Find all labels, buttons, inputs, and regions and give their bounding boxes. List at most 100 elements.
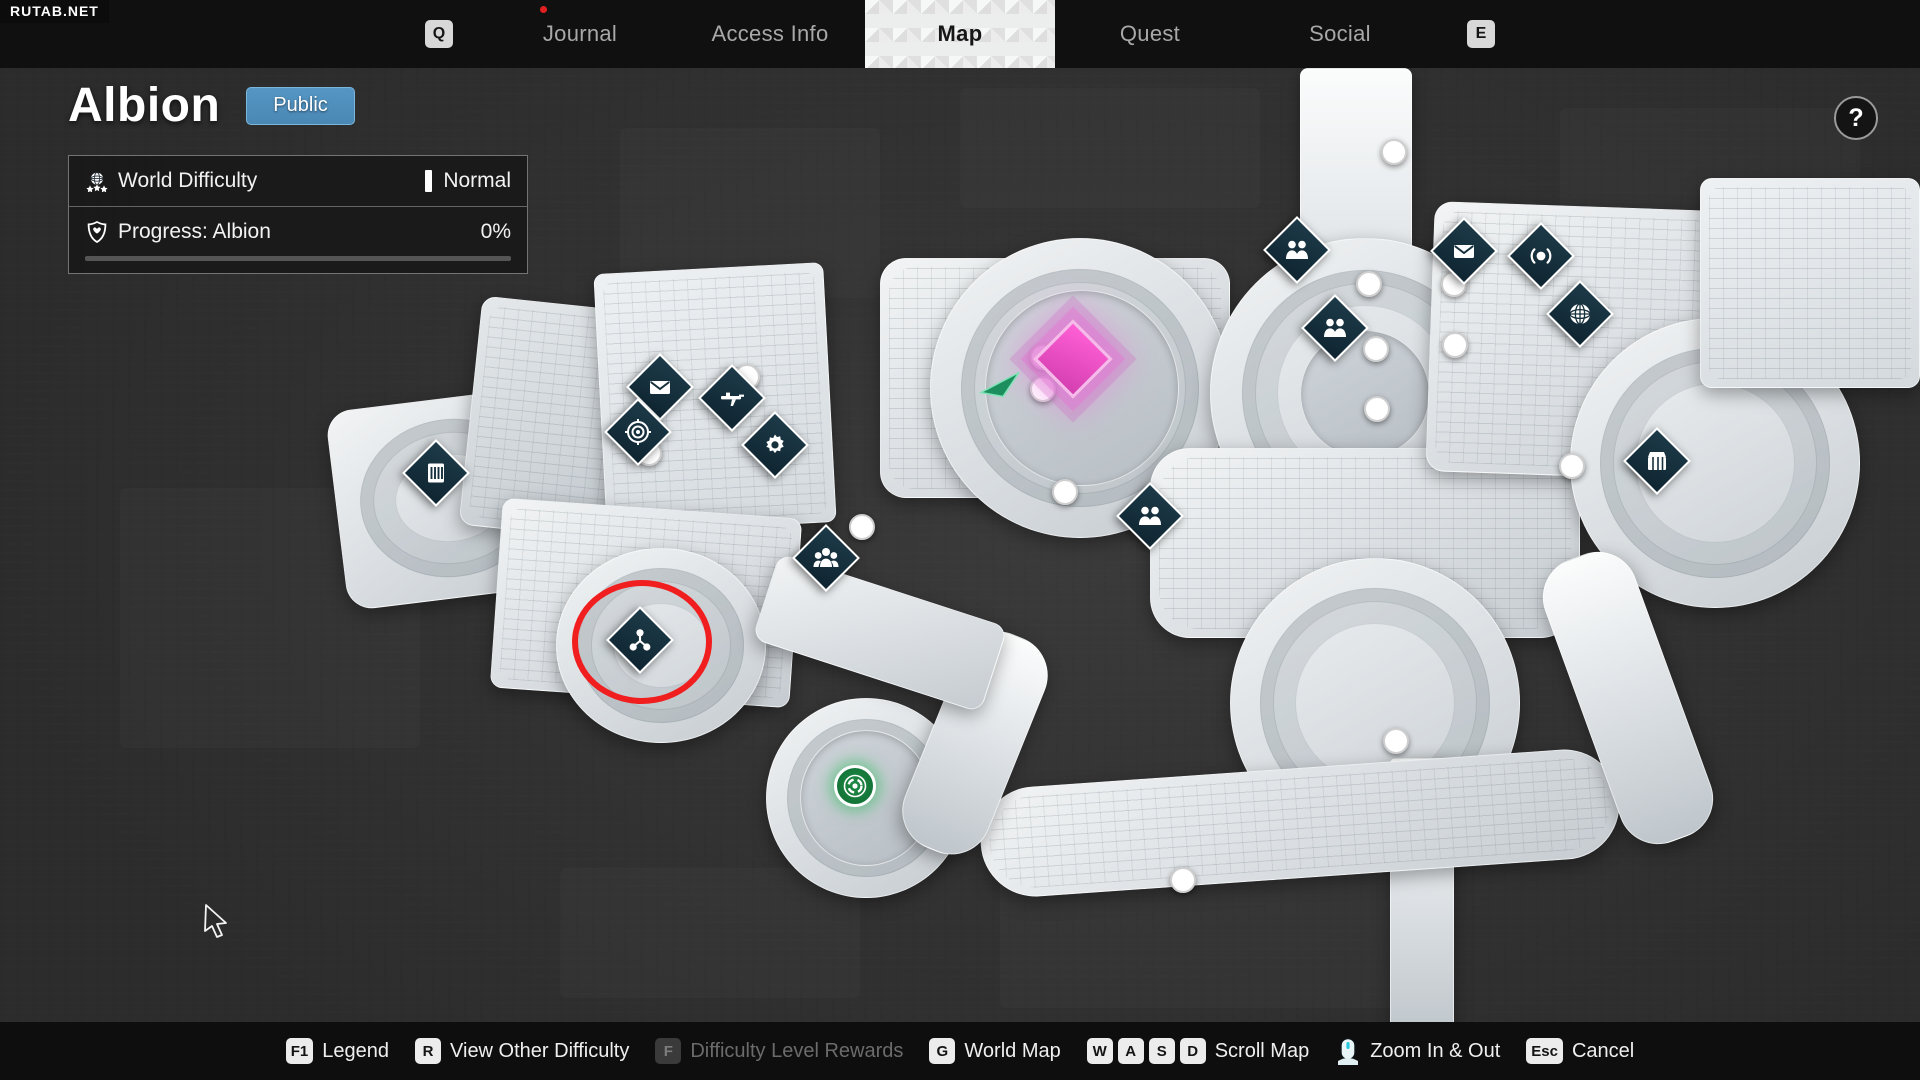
keycap-group: WASD (1086, 1038, 1206, 1064)
marker-gear[interactable] (741, 411, 809, 479)
hotkey-label: World Map (964, 1039, 1061, 1062)
tab-label: Social (1309, 21, 1371, 46)
data-terminal-icon (424, 461, 448, 485)
marker-diamond (1430, 217, 1498, 285)
keycap-r: R (415, 1038, 442, 1064)
world-difficulty-value-group: Normal (425, 169, 511, 193)
progress-label: Progress: Albion (118, 219, 271, 243)
network-icon (627, 628, 653, 652)
help-button[interactable]: ? (1834, 96, 1878, 140)
hotkey-hint-world-map[interactable]: G World Map (929, 1038, 1061, 1064)
nav-next-key-cap[interactable]: E (1467, 20, 1495, 48)
map-node-dot[interactable] (1442, 332, 1468, 358)
keycap-group: F1 (285, 1038, 314, 1064)
beacon-icon (1528, 245, 1554, 267)
map-node-dot[interactable] (1170, 867, 1196, 893)
progress-value: 0% (480, 219, 511, 243)
hotkey-hint-bar: F1 Legend R View Other Difficulty F Difficult… (0, 1022, 1920, 1080)
hotkey-hint-legend[interactable]: F1 Legend (285, 1038, 390, 1064)
hotkey-label: Zoom In & Out (1370, 1039, 1501, 1062)
globe-stars-icon (85, 169, 109, 193)
keycap-group: F (655, 1038, 682, 1064)
world-difficulty-value: Normal (443, 169, 511, 192)
marker-data-terminal[interactable] (402, 439, 470, 507)
marker-portal[interactable] (834, 765, 876, 807)
nav-prev-key-cap[interactable]: Q (425, 20, 453, 48)
marker-shop[interactable] (1623, 427, 1691, 495)
keycap-group: Esc (1526, 1038, 1563, 1064)
marker-squad[interactable] (1116, 482, 1184, 550)
tab-label: Access Info (711, 21, 829, 46)
map-node-dot[interactable] (1383, 728, 1409, 754)
marker-diamond (1301, 294, 1369, 362)
marker-mail-east[interactable] (1430, 217, 1498, 285)
hotkey-label: Legend (322, 1039, 390, 1062)
marker-weapon[interactable] (698, 364, 766, 432)
tab-journal[interactable]: Journal (485, 0, 675, 68)
tab-label: Map (937, 21, 983, 46)
marker-diamond (402, 439, 470, 507)
map-node-dot[interactable] (1381, 139, 1407, 165)
map-node-dot[interactable] (849, 514, 875, 540)
keycap-s: S (1148, 1038, 1175, 1064)
marker-diamond (1507, 222, 1575, 290)
tab-label: Journal (542, 21, 618, 46)
marker-globe[interactable] (1546, 280, 1614, 348)
hotkey-label: Cancel (1571, 1039, 1635, 1062)
marker-diamond (604, 398, 672, 466)
hotkey-hint-zoom-in-out[interactable]: Zoom In & Out (1335, 1036, 1500, 1066)
nav-next-key: E (1435, 0, 1527, 68)
map-node-dot[interactable] (1559, 453, 1585, 479)
marker-hub[interactable] (1263, 216, 1331, 284)
map-node-dot[interactable] (1363, 336, 1389, 362)
marker-duo-north[interactable] (1301, 294, 1369, 362)
hotkey-hint-cancel[interactable]: Esc Cancel (1526, 1038, 1634, 1064)
marker-objective-primary[interactable] (1033, 319, 1113, 399)
keycap-group: R (415, 1038, 442, 1064)
map-node-dot[interactable] (1356, 271, 1382, 297)
keycap-group: G (929, 1038, 956, 1064)
hotkey-label: Difficulty Level Rewards (690, 1039, 904, 1062)
difficulty-level-bar (425, 170, 433, 192)
envelope-icon (648, 375, 672, 399)
tab-quest[interactable]: Quest (1055, 0, 1245, 68)
keycap-d: D (1179, 1038, 1206, 1064)
marker-target[interactable] (604, 398, 672, 466)
envelope-icon (1452, 239, 1476, 263)
keycap-f1: F1 (285, 1038, 314, 1064)
shop-icon (1645, 449, 1669, 473)
marker-node-network[interactable] (606, 606, 674, 674)
map-node-dot[interactable] (1052, 479, 1078, 505)
mouse-cursor (202, 903, 232, 944)
map-node-dot[interactable] (1364, 396, 1390, 422)
progress-bar-section (69, 256, 527, 273)
keycap-esc: Esc (1526, 1038, 1563, 1064)
people-icon (813, 547, 839, 569)
duo-icon (1323, 317, 1347, 339)
tab-label: Quest (1119, 21, 1181, 46)
hotkey-hint-scroll-map[interactable]: W A S D Scroll Map (1086, 1038, 1309, 1064)
tab-social[interactable]: Social (1245, 0, 1435, 68)
marker-diamond (741, 411, 809, 479)
crosshair-icon (625, 419, 651, 445)
progress-row: Progress: Albion 0% (69, 206, 527, 256)
tab-map[interactable]: Map (865, 0, 1055, 68)
tab-access-info[interactable]: Access Info (675, 0, 865, 68)
hotkey-hint-view-other-difficulty[interactable]: R View Other Difficulty (415, 1038, 629, 1064)
globe-icon (1568, 302, 1592, 326)
keycap-f: F (655, 1038, 682, 1064)
mouse-wheel-icon (1335, 1036, 1361, 1066)
marker-diamond (1546, 280, 1614, 348)
objective-diamond-icon (1033, 319, 1113, 399)
world-difficulty-row[interactable]: World Difficulty Normal (69, 156, 527, 206)
page-title: Albion (68, 79, 221, 132)
keycap-a: A (1117, 1038, 1144, 1064)
world-title-row: Albion Public (68, 78, 528, 133)
marker-beacon[interactable] (1507, 222, 1575, 290)
marker-crowd[interactable] (792, 524, 860, 592)
duo-icon (1285, 239, 1309, 261)
gear-icon (763, 433, 787, 457)
site-watermark: RUTAB.NET (0, 0, 109, 23)
marker-diamond (792, 524, 860, 592)
visibility-badge[interactable]: Public (246, 86, 355, 125)
